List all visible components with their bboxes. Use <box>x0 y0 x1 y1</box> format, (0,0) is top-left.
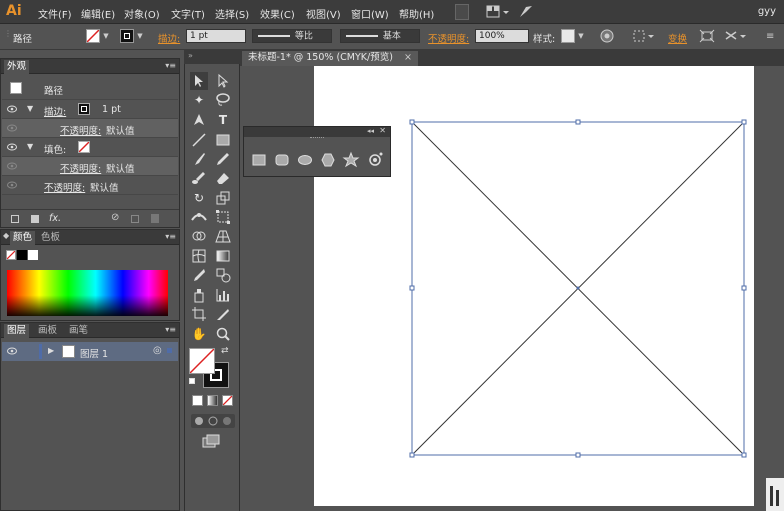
tearoff-close-icon[interactable]: ✕ <box>379 126 386 135</box>
center-point <box>576 286 580 290</box>
bbox-handle-top[interactable] <box>575 119 581 125</box>
shape-tools-tearoff: ◂◂ ✕ <box>243 126 391 177</box>
fill-proxy-swatch[interactable] <box>189 348 215 374</box>
bbox-handle-right[interactable] <box>741 285 747 291</box>
bbox-handle-bottom-right[interactable] <box>741 452 747 458</box>
tearoff-grip <box>310 137 324 139</box>
rectangle-tool-icon[interactable] <box>250 151 268 169</box>
bbox-handle-top-left[interactable] <box>409 119 415 125</box>
watermark-icon <box>766 478 784 511</box>
bbox-handle-top-right[interactable] <box>741 119 747 125</box>
tearoff-collapse-icon[interactable]: ◂◂ <box>367 127 374 135</box>
rounded-rectangle-tool-icon[interactable] <box>273 151 291 169</box>
flare-tool-icon[interactable] <box>366 151 384 169</box>
star-tool-icon[interactable] <box>342 151 360 169</box>
selected-path-overlay <box>409 119 747 458</box>
ellipse-tool-icon[interactable] <box>296 151 314 169</box>
tearoff-header: ◂◂ ✕ <box>244 126 390 137</box>
polygon-tool-icon[interactable] <box>319 151 337 169</box>
bbox-handle-bottom[interactable] <box>575 452 581 458</box>
bbox-handle-bottom-left[interactable] <box>409 452 415 458</box>
bbox-handle-left[interactable] <box>409 285 415 291</box>
